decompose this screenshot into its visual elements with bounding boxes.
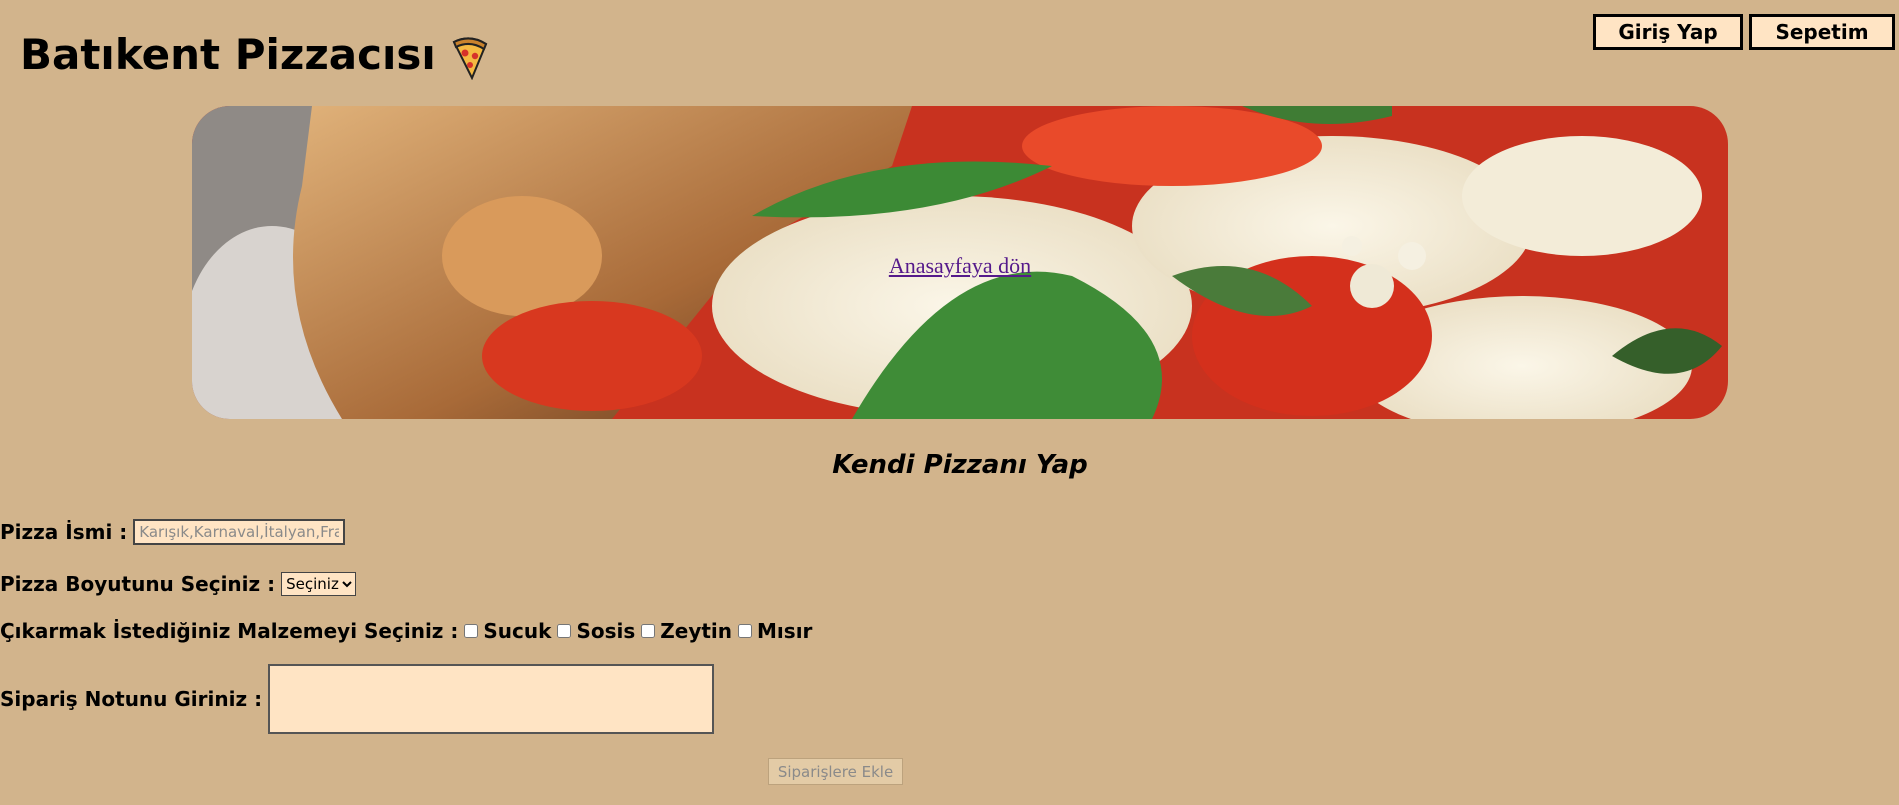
hero-banner: Anasayfaya dön xyxy=(192,106,1728,419)
build-pizza-title: Kendi Pizzanı Yap xyxy=(832,450,1088,480)
pizza-icon xyxy=(450,33,490,81)
misir-checkbox[interactable] xyxy=(738,624,753,638)
zeytin-label: Zeytin xyxy=(660,619,733,643)
login-button[interactable]: Giriş Yap xyxy=(1593,14,1743,50)
add-to-orders-button[interactable]: Siparişlere Ekle xyxy=(768,758,903,785)
site-title: Batıkent Pizzacısı xyxy=(20,22,490,88)
sosis-label: Sosis xyxy=(576,619,636,643)
order-note-textarea[interactable] xyxy=(268,664,715,734)
home-link[interactable]: Anasayfaya dön xyxy=(192,253,1728,279)
zeytin-checkbox[interactable] xyxy=(641,624,656,638)
pizza-size-label: Pizza Boyutunu Seçiniz : xyxy=(0,572,276,596)
sucuk-checkbox[interactable] xyxy=(464,624,479,638)
site-title-text: Batıkent Pizzacısı xyxy=(20,30,436,79)
pizza-size-select[interactable]: Seçiniz xyxy=(281,572,357,596)
order-note-label: Sipariş Notunu Giriniz : xyxy=(0,687,263,711)
option-sucuk[interactable]: Sucuk xyxy=(464,619,551,643)
sucuk-label: Sucuk xyxy=(483,619,552,643)
pizza-name-row: Pizza İsmi : xyxy=(0,519,346,545)
misir-label: Mısır xyxy=(757,619,813,643)
option-zeytin[interactable]: Zeytin xyxy=(641,619,732,643)
pizza-name-input[interactable] xyxy=(133,519,346,545)
option-sosis[interactable]: Sosis xyxy=(557,619,635,643)
remove-ingredients-label: Çıkarmak İstediğiniz Malzemeyi Seçiniz : xyxy=(0,619,459,643)
pizza-size-row: Pizza Boyutunu Seçiniz : Seçiniz xyxy=(0,572,357,596)
remove-ingredients-row: Çıkarmak İstediğiniz Malzemeyi Seçiniz :… xyxy=(0,619,812,643)
order-note-row: Sipariş Notunu Giriniz : xyxy=(0,664,715,734)
pizza-name-label: Pizza İsmi : xyxy=(0,520,128,544)
cart-button[interactable]: Sepetim xyxy=(1749,14,1895,50)
option-misir[interactable]: Mısır xyxy=(738,619,812,643)
sosis-checkbox[interactable] xyxy=(557,624,572,638)
